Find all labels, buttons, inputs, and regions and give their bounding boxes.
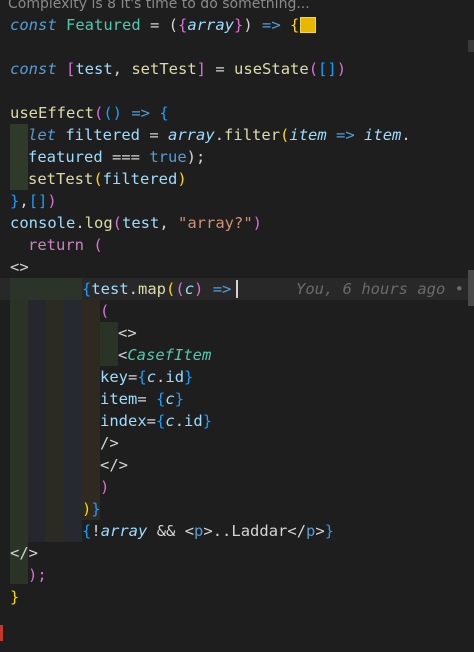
code-line: key={c.id} [100,368,194,386]
code-line: ); [28,566,47,584]
code-line: },[]) [10,192,57,210]
text-cursor [236,280,238,298]
code-line: <> [118,324,137,342]
code-line: } [10,588,20,606]
code-line: </> [10,544,38,562]
git-blame-annotation: You, 6 hours ago • [296,280,464,298]
code-line: <> [10,258,29,276]
code-line: useEffect(() => { [10,104,169,122]
code-line: )} [82,500,101,518]
code-line: /> [100,434,119,452]
code-line: {!array && <p>..Laddar</p>} [82,522,335,540]
code-line: <CasefItem [118,346,212,364]
code-line: const Featured = ({array}) => { [10,16,300,34]
code-line: console.log(test, "array?") [10,214,263,232]
code-line: let filtered = array.filter(item => item… [28,126,411,144]
code-line: ( [100,302,110,320]
code-line: </> [100,456,128,474]
code-line: return ( [28,236,103,254]
code-line: setTest(filtered) [28,170,187,188]
complexity-hint: Complexity is 8 It's time to do somethin… [8,0,310,12]
color-swatch-icon [300,17,316,33]
code-line: item= {c} [100,390,185,408]
scrollbar-marker[interactable] [468,40,474,52]
code-line: const [test, setTest] = useState([]) [10,60,347,78]
code-line: index={c.id} [100,412,213,430]
code-line: ) [100,478,110,496]
code-line: featured === true); [28,148,206,166]
